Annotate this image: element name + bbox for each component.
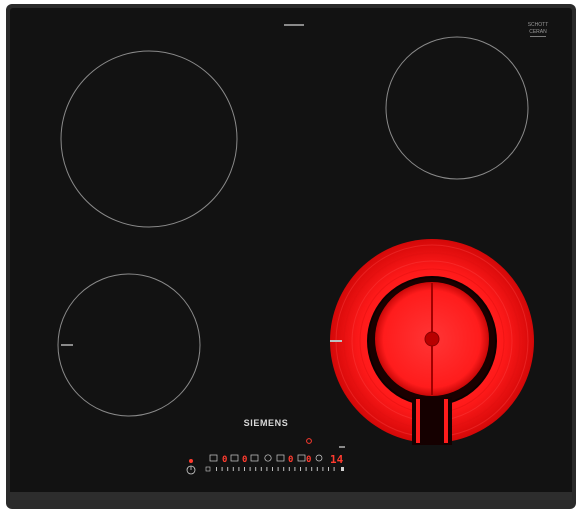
center-sensor [424,331,440,347]
zone-display-4: 0 [306,455,311,465]
power-level-label [339,446,345,448]
zone-front-left-marker [61,344,73,346]
slider-tick [316,467,318,471]
slider-tick [232,467,234,471]
brand-logo: SIEMENS [244,418,289,428]
badge-line-1: SCHOTT [528,22,549,28]
slider-tick [244,467,245,471]
slider-tick [221,467,223,471]
slider-tick [272,467,273,471]
slider-tick [283,467,285,471]
slider-tick [294,467,296,471]
top-center-mark [284,24,304,26]
slider-tick [266,467,268,471]
power-level-display: 14 [330,453,344,466]
slider-tick [255,467,257,471]
slider-tick [216,467,217,471]
slider-tick [328,467,329,471]
zone-display-1: 0 [222,455,227,465]
slider-tick [249,467,251,471]
separator-gap-edge [444,399,448,443]
slider-tick [238,467,240,471]
slider-tick [300,467,301,471]
separator-gap-edge [416,399,420,443]
slider-tick [288,467,290,471]
badge-underline [530,36,546,37]
zone-display-3: 0 [288,455,293,465]
zone-front-right-marker [330,340,342,342]
front-bevel [10,492,572,500]
power-indicator-led [189,459,193,463]
slider-tick [277,467,279,471]
slider-end-right [341,467,344,471]
slider-tick [227,467,229,471]
ceran-badge: SCHOTT CERAN [528,22,549,37]
badge-line-2: CERAN [529,29,547,35]
slider-tick [322,467,324,471]
slider-tick [311,467,313,471]
slider-tick [260,467,262,471]
slider-tick [305,467,307,471]
cooktop-glass-panel: SCHOTT CERAN SIEMENS 0 0 0 0 14 [6,4,576,509]
slider-tick [333,467,335,471]
zone-display-2: 0 [242,455,247,465]
